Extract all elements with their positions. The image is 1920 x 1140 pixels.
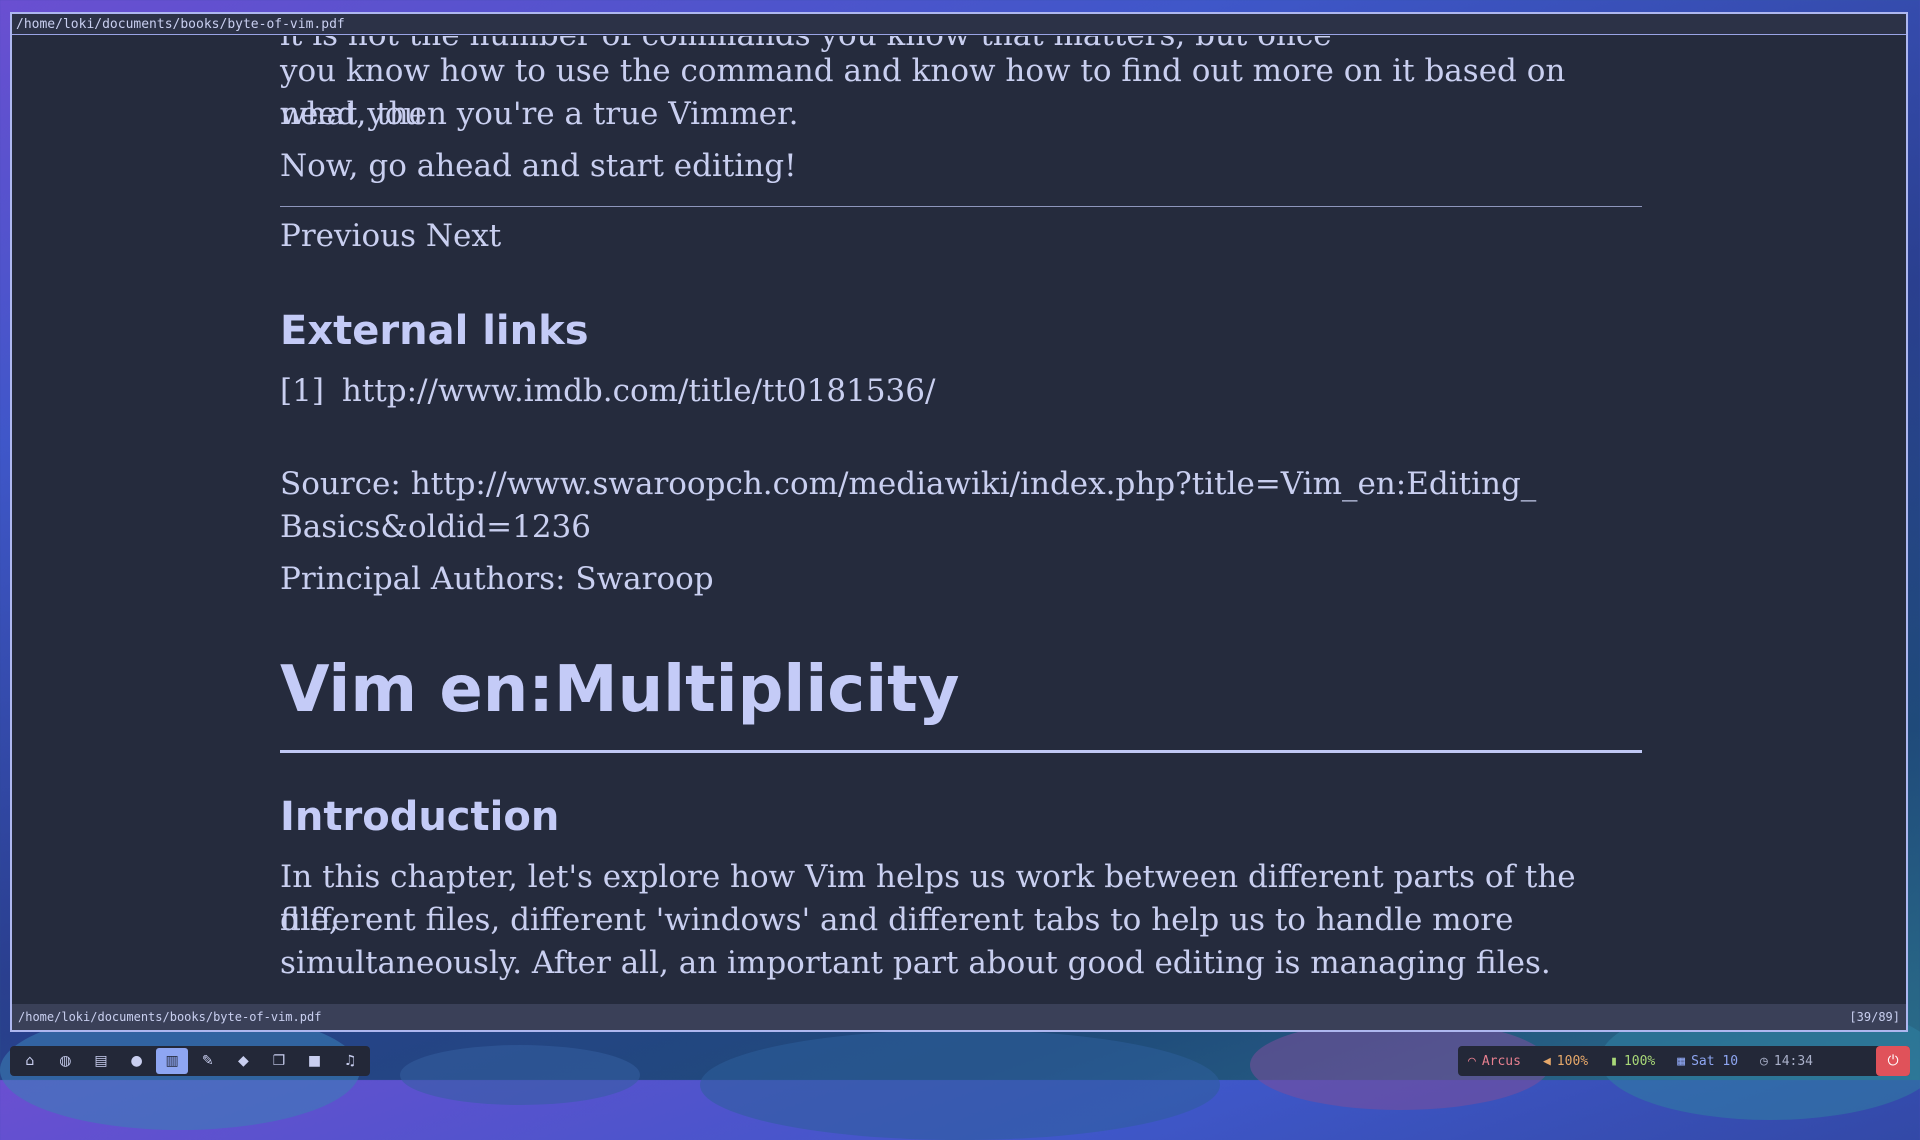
horizontal-rule [280, 206, 1642, 207]
chat-icon: ● [130, 1053, 143, 1069]
globe-icon: ◍ [59, 1053, 72, 1069]
wifi-network-name: Arcus [1481, 1053, 1521, 1069]
battery-status[interactable]: ▮ 100% [1610, 1054, 1655, 1069]
external-links-heading: External links [280, 308, 589, 354]
date-text: Sat 10 [1691, 1053, 1739, 1069]
page-navigation: Previous Next [280, 218, 502, 254]
status-file-path: /home/loki/documents/books/byte-of-vim.p… [18, 1010, 322, 1024]
clock-time: 14:34 [1773, 1053, 1814, 1069]
document-viewport[interactable]: it is not the number of commands you kno… [12, 36, 1906, 1004]
external-link-url[interactable]: http://www.imdb.com/title/tt0181536/ [342, 373, 936, 409]
window-title: /home/loki/documents/books/byte-of-vim.p… [12, 14, 1906, 35]
external-link-item: [1] http://www.imdb.com/title/tt0181536/ [280, 370, 935, 413]
paragraph-line: simultaneously. After all, an important … [280, 945, 1551, 981]
code-icon: ◆ [237, 1053, 249, 1069]
calendar-icon: ▦ [1677, 1053, 1686, 1069]
wallpaper-decoration [700, 1030, 1220, 1140]
wifi-icon: ◠ [1468, 1053, 1476, 1069]
clock-status[interactable]: ◷ 14:34 [1760, 1054, 1813, 1069]
paragraph-line: Now, go ahead and start editing! [280, 148, 797, 184]
page-indicator: [39/89] [1849, 1010, 1900, 1024]
workspace-button[interactable]: ✎ [192, 1048, 224, 1074]
authors-line: Principal Authors: Swaroop [280, 561, 714, 597]
source-line: Basics&oldid=1236 [280, 509, 591, 545]
wallpaper-decoration [400, 1045, 640, 1105]
windows-icon: ❐ [272, 1053, 286, 1069]
workspace-button[interactable]: ♫ [334, 1048, 366, 1074]
video-icon: ■ [307, 1053, 322, 1069]
home-icon: ⌂ [25, 1053, 35, 1069]
workspace-taskbar: ⌂ ◍ ▤ ● ▥ ✎ ◆ ❐ ■ ♫ [10, 1046, 370, 1076]
system-tray: ◠ Arcus ◀ 100% ▮ 100% ▦ Sat 10 ◷ 14:34 ⏻ [1458, 1046, 1910, 1076]
workspace-button[interactable]: ● [121, 1048, 153, 1074]
edit-icon: ✎ [201, 1053, 214, 1069]
workspace-button[interactable]: ❐ [263, 1048, 295, 1074]
pdf-viewer-window[interactable]: /home/loki/documents/books/byte-of-vim.p… [10, 12, 1908, 1032]
chapter-title-underline [280, 750, 1642, 753]
file-icon: ▤ [94, 1053, 108, 1069]
workspace-button[interactable]: ⌂ [14, 1048, 46, 1074]
workspace-button[interactable]: ◍ [50, 1048, 82, 1074]
source-line: Source: http://www.swaroopch.com/mediawi… [280, 466, 1537, 502]
clock-icon: ◷ [1760, 1053, 1768, 1069]
paragraph-line: need, then you're a true Vimmer. [280, 96, 799, 132]
workspace-button[interactable]: ■ [299, 1048, 331, 1074]
status-bar: /home/loki/documents/books/byte-of-vim.p… [12, 1004, 1906, 1030]
introduction-heading: Introduction [280, 794, 560, 840]
volume-status[interactable]: ◀ 100% [1543, 1054, 1588, 1069]
date-status[interactable]: ▦ Sat 10 [1677, 1054, 1738, 1069]
wifi-status[interactable]: ◠ Arcus [1468, 1054, 1521, 1069]
workspace-button[interactable]: ▤ [85, 1048, 117, 1074]
battery-icon: ▮ [1610, 1053, 1618, 1069]
link-reference: [1] [280, 373, 324, 409]
music-icon: ♫ [343, 1053, 357, 1069]
power-button[interactable]: ⏻ [1876, 1046, 1910, 1076]
chapter-title: Vim en:Multiplicity [280, 653, 960, 727]
speaker-icon: ◀ [1542, 1053, 1551, 1069]
paragraph-line: different files, different 'windows' and… [280, 902, 1514, 938]
power-icon: ⏻ [1887, 1053, 1899, 1069]
workspace-button[interactable]: ◆ [228, 1048, 260, 1074]
battery-level: 100% [1623, 1053, 1656, 1069]
volume-level: 100% [1556, 1053, 1589, 1069]
book-icon: ▥ [165, 1053, 179, 1069]
workspace-button[interactable]: ▥ [156, 1048, 188, 1074]
